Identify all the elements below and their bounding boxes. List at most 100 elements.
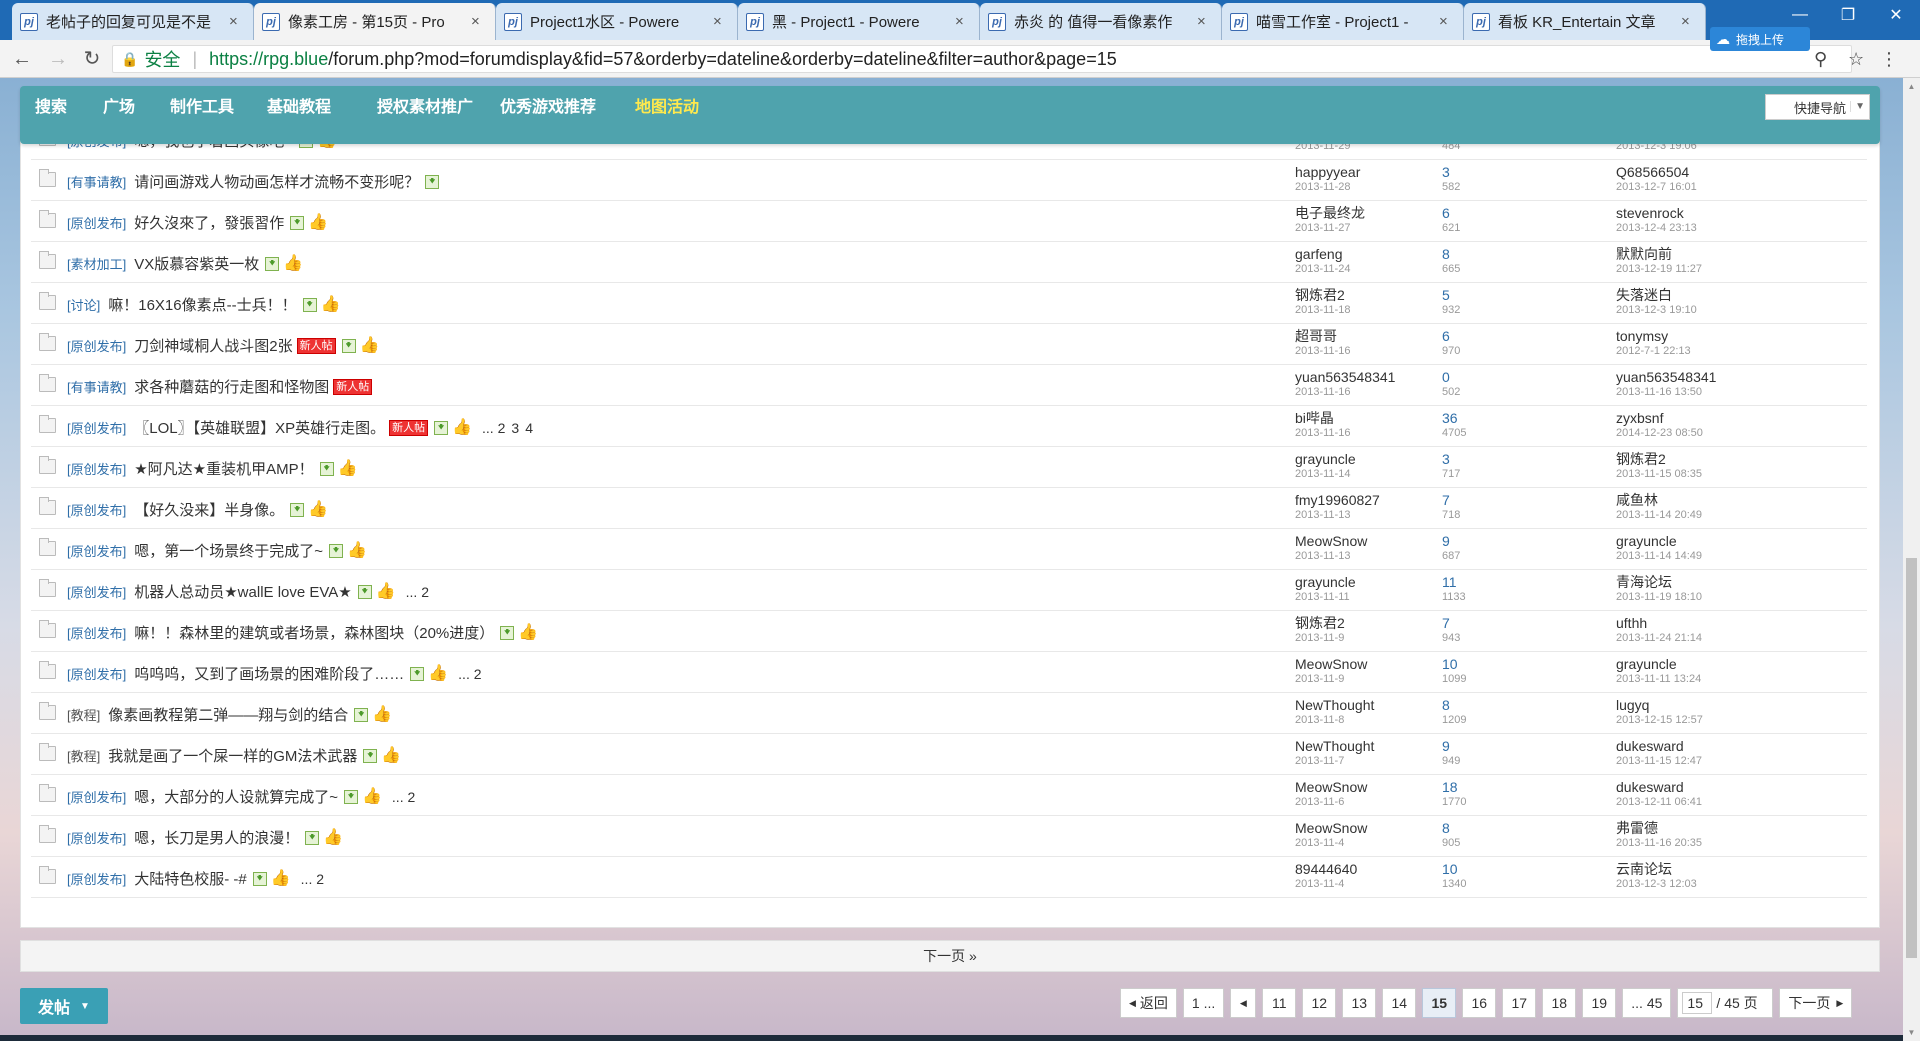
last-post-user[interactable]: grayuncle: [1616, 656, 1816, 672]
last-post-user[interactable]: 弗雷德: [1616, 820, 1816, 836]
thread-title-link[interactable]: 机器人总动员★wallE love EVA★: [134, 581, 352, 602]
bookmark-star-icon[interactable]: ☆: [1848, 49, 1864, 70]
site-nav-item[interactable]: 制作工具: [170, 86, 234, 130]
last-post-time[interactable]: 2013-11-16 13:50: [1616, 385, 1816, 399]
restore-icon[interactable]: ❐: [1824, 0, 1872, 30]
reply-count[interactable]: 7: [1442, 492, 1522, 508]
last-post-time[interactable]: 2013-11-19 18:10: [1616, 590, 1816, 604]
thread-category[interactable]: [原创发布]: [67, 623, 126, 642]
tab-close-icon[interactable]: ×: [1681, 13, 1695, 30]
thread-title-link[interactable]: 嘛！！森林里的建筑或者场景，森林图块（20%进度）: [134, 622, 494, 643]
last-post-time[interactable]: 2013-12-19 11:27: [1616, 262, 1816, 276]
reply-count[interactable]: 3: [1442, 164, 1522, 180]
thread-page-link[interactable]: ... 2: [301, 871, 324, 887]
thread-category[interactable]: [原创发布]: [67, 582, 126, 601]
author-name[interactable]: 钢炼君2: [1295, 287, 1445, 303]
last-post-time[interactable]: 2013-11-14 20:49: [1616, 508, 1816, 522]
author-name[interactable]: yuan563548341: [1295, 369, 1445, 385]
thread-title-link[interactable]: 嗯，大部分的人设就算完成了~: [134, 786, 338, 807]
tab-close-icon[interactable]: ×: [1439, 13, 1453, 30]
author-name[interactable]: MeowSnow: [1295, 656, 1445, 672]
thread-title-link[interactable]: 嗯，长刀是男人的浪漫！: [134, 827, 299, 848]
last-post-user[interactable]: tonymsy: [1616, 328, 1816, 344]
last-post-time[interactable]: 2013-11-24 21:14: [1616, 631, 1816, 645]
thread-title-link[interactable]: VX版慕容紫英一枚: [134, 253, 259, 274]
thread-title-link[interactable]: 〖LOL〗【英雄联盟】XP英雄行走图。: [134, 417, 385, 438]
tab-close-icon[interactable]: ×: [471, 13, 485, 30]
author-name[interactable]: MeowSnow: [1295, 779, 1445, 795]
thread-title-link[interactable]: 呜呜呜，又到了画场景的困难阶段了……: [134, 663, 404, 684]
last-post-user[interactable]: yuan563548341: [1616, 369, 1816, 385]
pager-page-button[interactable]: 14: [1382, 988, 1417, 1018]
reply-count[interactable]: 7: [1442, 615, 1522, 631]
pager-back-button[interactable]: ◀ 返回: [1120, 988, 1177, 1018]
last-post-user[interactable]: 云南论坛: [1616, 861, 1816, 877]
thread-title-link[interactable]: 求各种蘑菇的行走图和怪物图: [134, 376, 329, 397]
page-scrollbar[interactable]: ▲ ▼: [1903, 78, 1920, 1041]
reply-count[interactable]: 8: [1442, 820, 1522, 836]
site-nav-item[interactable]: 地图活动: [635, 86, 699, 130]
last-post-user[interactable]: 青海论坛: [1616, 574, 1816, 590]
pager-page-input[interactable]: 15: [1682, 992, 1713, 1014]
pager-page-button[interactable]: 18: [1542, 988, 1577, 1018]
pager-page-button[interactable]: ... 45: [1622, 988, 1672, 1018]
thread-title-link[interactable]: 嗯，第一个场景终于完成了~: [134, 540, 323, 561]
thread-title-link[interactable]: 像素画教程第二弹——翔与剑的结合: [108, 704, 348, 725]
last-post-time[interactable]: 2014-12-23 08:50: [1616, 426, 1816, 440]
last-post-user[interactable]: 咸鱼林: [1616, 492, 1816, 508]
author-name[interactable]: happyyear: [1295, 164, 1445, 180]
url-input[interactable]: 🔒 安全 | https://rpg.blue /forum.php?mod=f…: [112, 45, 1852, 73]
last-post-user[interactable]: lugyq: [1616, 697, 1816, 713]
pager-first-button[interactable]: 1 ...: [1182, 988, 1225, 1018]
menu-icon[interactable]: ⋮: [1880, 49, 1898, 70]
thread-category[interactable]: [教程]: [67, 746, 100, 765]
last-post-user[interactable]: dukesward: [1616, 779, 1816, 795]
thread-category[interactable]: [原创发布]: [67, 213, 126, 232]
browser-tab[interactable]: pj 老帖子的回复可见是不是 ×: [12, 3, 254, 40]
last-post-user[interactable]: stevenrock: [1616, 205, 1816, 221]
site-nav-item[interactable]: 授权素材推广: [377, 86, 473, 130]
thread-title-link[interactable]: 请问画游戏人物动画怎样才流畅不变形呢？: [134, 171, 419, 192]
browser-tab[interactable]: pj Project1水区 - Powere ×: [496, 3, 738, 40]
thread-title-link[interactable]: 大陆特色校服- -#: [134, 868, 247, 889]
reply-count[interactable]: 9: [1442, 533, 1522, 549]
reply-count[interactable]: 36: [1442, 410, 1522, 426]
new-post-button[interactable]: 发帖 ▼: [20, 988, 108, 1024]
last-post-time[interactable]: 2013-11-11 13:24: [1616, 672, 1816, 686]
thread-title-link[interactable]: ★阿凡达★重装机甲AMP！: [134, 458, 313, 479]
thread-category[interactable]: [原创发布]: [67, 664, 126, 683]
close-window-icon[interactable]: ✕: [1872, 0, 1920, 30]
thread-title-link[interactable]: 刀剑神域桐人战斗图2张: [134, 335, 292, 356]
thread-category[interactable]: [原创发布]: [67, 869, 126, 888]
last-post-user[interactable]: zyxbsnf: [1616, 410, 1816, 426]
reload-icon[interactable]: ↻: [78, 47, 106, 71]
forward-arrow-icon[interactable]: →: [44, 47, 72, 71]
reply-count[interactable]: 18: [1442, 779, 1522, 795]
tab-close-icon[interactable]: ×: [955, 13, 969, 30]
last-post-time[interactable]: 2013-11-15 08:35: [1616, 467, 1816, 481]
browser-tab[interactable]: pj 喵雪工作室 - Project1 - ×: [1222, 3, 1464, 40]
browser-tab[interactable]: pj 赤炎 的 值得一看像素作 ×: [980, 3, 1222, 40]
thread-category[interactable]: [教程]: [67, 705, 100, 724]
thread-category[interactable]: [讨论]: [67, 295, 100, 314]
reply-count[interactable]: 10: [1442, 861, 1522, 877]
scroll-up-icon[interactable]: ▲: [1903, 78, 1920, 95]
back-arrow-icon[interactable]: ←: [8, 47, 36, 71]
thread-category[interactable]: [原创发布]: [67, 541, 126, 560]
author-name[interactable]: NewThought: [1295, 738, 1445, 754]
thread-category[interactable]: [原创发布]: [67, 336, 126, 355]
last-post-user[interactable]: 钢炼君2: [1616, 451, 1816, 467]
browser-tab[interactable]: pj 黑 - Project1 - Powere ×: [738, 3, 980, 40]
site-nav-item[interactable]: 搜索: [35, 86, 67, 130]
pager-next-button[interactable]: 下一页 ▶: [1779, 988, 1853, 1018]
author-name[interactable]: MeowSnow: [1295, 533, 1445, 549]
tab-close-icon[interactable]: ×: [229, 13, 243, 30]
site-nav-item[interactable]: 基础教程: [267, 86, 331, 130]
thread-page-link[interactable]: ... 2: [458, 666, 481, 682]
thread-category[interactable]: [原创发布]: [67, 418, 126, 437]
author-name[interactable]: 超哥哥: [1295, 328, 1445, 344]
last-post-time[interactable]: 2013-11-14 14:49: [1616, 549, 1816, 563]
last-post-user[interactable]: dukesward: [1616, 738, 1816, 754]
last-post-user[interactable]: grayuncle: [1616, 533, 1816, 549]
last-post-time[interactable]: 2013-12-4 23:13: [1616, 221, 1816, 235]
